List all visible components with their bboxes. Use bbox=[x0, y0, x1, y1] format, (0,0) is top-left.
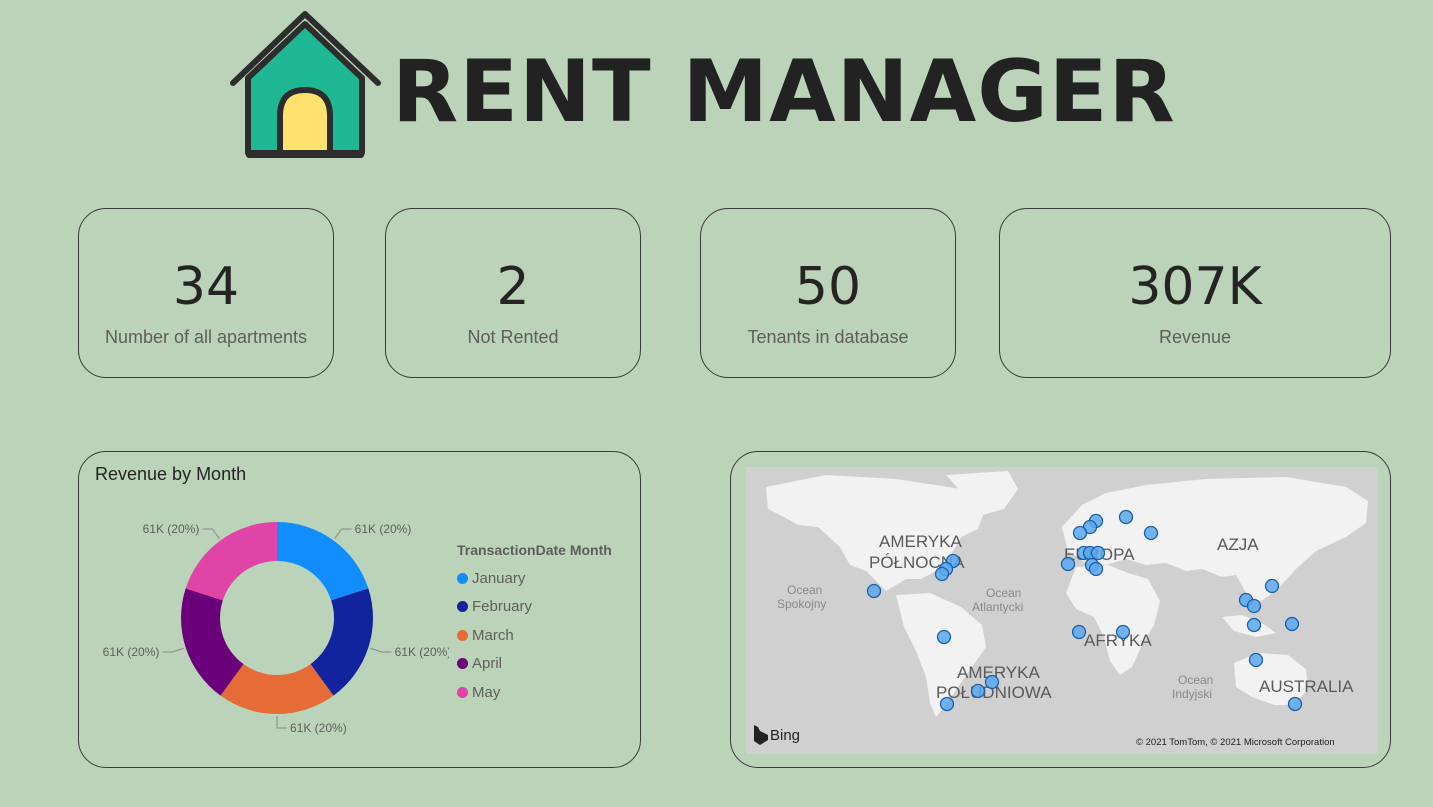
map-label-pacific-line2: Spokojny bbox=[777, 597, 826, 611]
kpi-card-revenue: 307K Revenue bbox=[999, 208, 1391, 378]
map-label-australia: AUSTRALIA bbox=[1259, 677, 1354, 696]
data-label: 61K (20%) bbox=[143, 522, 200, 536]
chart-legend: TransactionDate Month January February Mar… bbox=[457, 542, 612, 707]
kpi-label: Revenue bbox=[1158, 327, 1232, 347]
map-marker[interactable] bbox=[1246, 617, 1262, 633]
data-label: 61K (20%) bbox=[355, 522, 412, 536]
kpi-value: 307K bbox=[1128, 257, 1262, 317]
legend-dot bbox=[457, 658, 468, 670]
kpi-label: Not Rented bbox=[467, 327, 559, 347]
app-title: RENT MANAGER bbox=[392, 42, 1176, 142]
map-marker[interactable] bbox=[984, 674, 1000, 690]
data-label-leader bbox=[162, 647, 184, 653]
tenants-map-card: AMERYKA PÓŁNOCNA AMERYKA POŁUDNIOWA EURO… bbox=[730, 451, 1391, 768]
data-label: 61K (20%) bbox=[103, 645, 160, 659]
legend-dot bbox=[457, 601, 468, 613]
map-marker[interactable] bbox=[1264, 578, 1280, 594]
legend-label: January bbox=[472, 569, 526, 587]
kpi-label: Tenants in database bbox=[747, 327, 909, 347]
map-marker[interactable] bbox=[1088, 561, 1104, 577]
data-label: 61K (20%) bbox=[290, 721, 347, 735]
legend-label: March bbox=[472, 626, 514, 644]
map-label-asia: AZJA bbox=[1217, 535, 1259, 554]
data-label-leader bbox=[202, 528, 220, 540]
map-attribution: © 2021 TomTom, © 2021 Microsoft Corporat… bbox=[1136, 737, 1335, 748]
map-marker[interactable] bbox=[1072, 525, 1088, 541]
map-marker[interactable] bbox=[1284, 616, 1300, 632]
revenue-chart-card: Revenue by Month 61K (20%) 61K (20%) 61K (… bbox=[78, 451, 641, 768]
map-label-indian-line2: Indyjski bbox=[1172, 687, 1212, 701]
map-marker[interactable] bbox=[1246, 598, 1262, 614]
map-marker[interactable] bbox=[1118, 509, 1134, 525]
legend-item-april[interactable]: April bbox=[457, 650, 612, 679]
kpi-value: 2 bbox=[496, 257, 530, 317]
data-label-leader bbox=[276, 716, 287, 729]
map-marker[interactable] bbox=[1060, 556, 1076, 572]
kpi-card-apartments: 34 Number of all apartments bbox=[78, 208, 334, 378]
kpi-card-not-rented: 2 Not Rented bbox=[385, 208, 641, 378]
legend-label: February bbox=[472, 598, 533, 616]
legend-item-march[interactable]: March bbox=[457, 621, 612, 650]
map-marker[interactable] bbox=[934, 566, 950, 582]
donut-chart: 61K (20%) 61K (20%) 61K (20%) 61K (20%) 61K … bbox=[103, 522, 449, 735]
kpi-value: 50 bbox=[794, 257, 862, 317]
map-label-atlantic-line2: Atlantycki bbox=[972, 600, 1023, 614]
kpi-card-tenants: 50 Tenants in database bbox=[700, 208, 956, 378]
map-marker[interactable] bbox=[939, 696, 955, 712]
legend-dot bbox=[457, 572, 468, 584]
map-label-indian-line1: Ocean bbox=[1178, 673, 1213, 687]
kpi-label: Number of all apartments bbox=[104, 327, 308, 347]
map-label-north-america-line1: AMERYKA bbox=[879, 532, 962, 551]
data-label: 61K (20%) bbox=[395, 645, 449, 659]
map-marker[interactable] bbox=[1071, 624, 1087, 640]
house-icon bbox=[230, 11, 381, 158]
legend-dot bbox=[457, 629, 468, 641]
map-marker[interactable] bbox=[936, 629, 952, 645]
legend-item-january[interactable]: January bbox=[457, 564, 612, 593]
map-marker[interactable] bbox=[866, 583, 882, 599]
donut-slice-may[interactable] bbox=[185, 522, 277, 601]
bing-label: Bing bbox=[770, 727, 800, 744]
legend-item-february[interactable]: February bbox=[457, 593, 612, 622]
map-label-atlantic-line1: Ocean bbox=[986, 586, 1021, 600]
legend-item-may[interactable]: May bbox=[457, 678, 612, 707]
map-label-south-america-line1: AMERYKA bbox=[957, 663, 1040, 682]
map-marker[interactable] bbox=[1115, 624, 1131, 640]
legend-title: TransactionDate Month bbox=[457, 542, 612, 558]
bing-logo: Bing bbox=[754, 725, 800, 745]
legend-dot bbox=[457, 686, 468, 698]
data-label-leader bbox=[370, 647, 392, 653]
map-marker[interactable] bbox=[970, 683, 986, 699]
map-label-pacific-line1: Ocean bbox=[787, 583, 822, 597]
kpi-value: 34 bbox=[172, 257, 240, 317]
map-marker[interactable] bbox=[1287, 696, 1303, 712]
map-marker[interactable] bbox=[1143, 525, 1159, 541]
world-map[interactable]: AMERYKA PÓŁNOCNA AMERYKA POŁUDNIOWA EURO… bbox=[746, 467, 1378, 754]
data-label-leader bbox=[334, 528, 352, 540]
map-marker[interactable] bbox=[1090, 545, 1106, 561]
legend-label: May bbox=[472, 683, 501, 701]
legend-label: April bbox=[472, 655, 503, 673]
map-marker[interactable] bbox=[1248, 652, 1264, 668]
